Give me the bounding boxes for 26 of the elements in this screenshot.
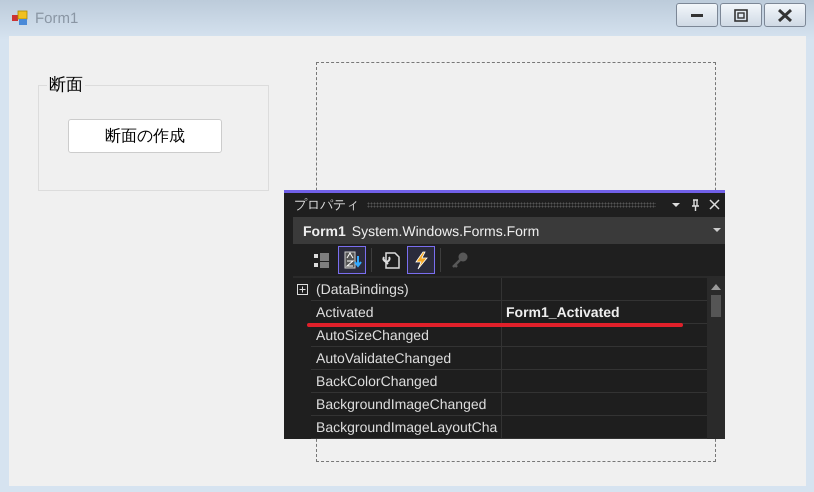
property-name[interactable]: BackColorChanged	[311, 370, 502, 394]
dropdown-icon	[713, 228, 721, 234]
lightning-icon[interactable]	[407, 246, 435, 274]
app-icon	[11, 10, 29, 26]
create-section-button[interactable]: 断面の作成	[68, 119, 222, 153]
close-icon[interactable]	[708, 198, 721, 212]
minimize-button[interactable]	[676, 3, 718, 27]
close-button[interactable]	[764, 3, 806, 27]
window-title: Form1	[35, 10, 78, 26]
scrollbar-thumb[interactable]	[711, 295, 721, 318]
object-type: System.Windows.Forms.Form	[352, 222, 540, 239]
expand-icon[interactable]	[296, 284, 308, 296]
pin-icon[interactable]	[689, 198, 702, 212]
scroll-up-arrow[interactable]	[711, 284, 721, 290]
property-name[interactable]: BackgroundImageChanged	[311, 393, 502, 416]
alphabetical-icon[interactable]	[338, 246, 366, 274]
panel-title: プロパティ	[294, 196, 359, 214]
property-name[interactable]: BackgroundImageLayoutCha	[311, 416, 502, 439]
maximize-icon	[734, 8, 748, 22]
property-name[interactable]: AutoValidateChanged	[311, 347, 502, 370]
minimize-icon	[691, 14, 703, 16]
close-icon	[778, 8, 792, 22]
object-selector[interactable]: Form1 System.Windows.Forms.Form	[293, 216, 725, 244]
maximize-button[interactable]	[720, 3, 762, 27]
property-name[interactable]: (DataBindings)	[311, 278, 502, 302]
object-name: Form1	[303, 222, 346, 239]
